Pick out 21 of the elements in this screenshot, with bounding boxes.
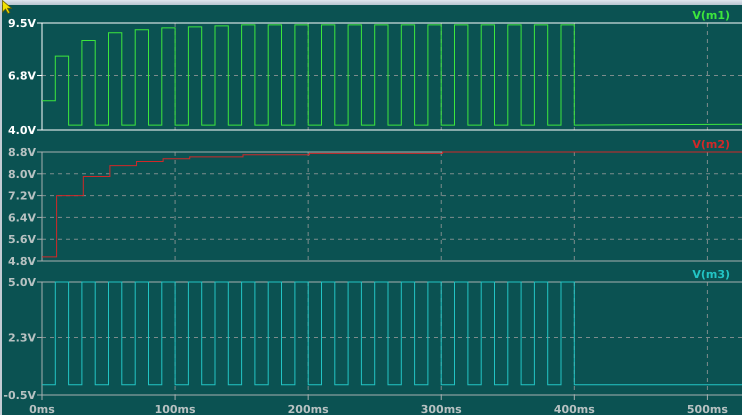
x-axis-label: 500ms xyxy=(686,403,728,415)
x-axis-label: 200ms xyxy=(288,403,329,415)
trace-label[interactable]: V(m3) xyxy=(692,270,730,281)
pointer-icon xyxy=(2,0,12,14)
y-axis-label: 8.8V xyxy=(8,146,36,159)
y-axis-label: 4.8V xyxy=(8,255,36,268)
y-axis-label: 2.3V xyxy=(8,331,36,344)
y-axis-label: 9.5V xyxy=(8,17,36,30)
y-axis-label: 4.0V xyxy=(8,124,36,137)
x-axis-label: 400ms xyxy=(554,403,595,415)
x-axis-label: 100ms xyxy=(154,403,196,415)
y-axis-label: 5.6V xyxy=(8,233,36,246)
y-axis-label: 6.8V xyxy=(8,70,36,83)
y-axis-label: 6.4V xyxy=(8,211,36,224)
y-axis-label: -0.5V xyxy=(3,389,36,402)
trace-label[interactable]: V(m1) xyxy=(692,9,730,22)
x-axis-label: 300ms xyxy=(420,403,462,415)
x-axis-label: 0ms xyxy=(29,403,55,415)
y-axis-label: 5.0V xyxy=(8,276,36,289)
y-axis-label: 8.0V xyxy=(8,168,36,181)
y-axis-label: 7.2V xyxy=(8,190,36,203)
